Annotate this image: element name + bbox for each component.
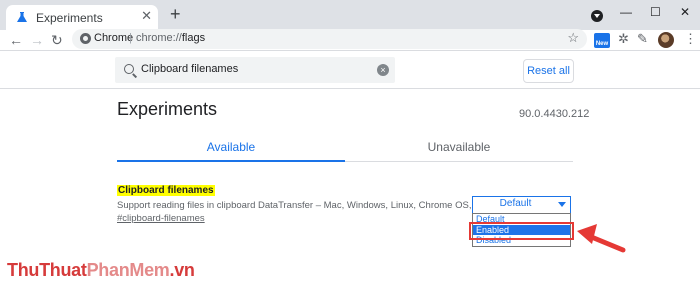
header-divider xyxy=(0,88,700,89)
arrow-icon xyxy=(577,224,626,253)
tab-experiments[interactable]: Experiments ✕ xyxy=(6,5,158,30)
close-window-button[interactable]: ✕ xyxy=(680,5,690,19)
reset-all-button[interactable]: Reset all xyxy=(523,59,574,83)
tab-strip: Experiments ✕ + — ☐ ✕ xyxy=(0,0,700,30)
pen-icon[interactable]: ✎ xyxy=(637,31,648,47)
page-title: Experiments xyxy=(117,99,218,119)
bookmark-star-icon[interactable]: ☆ xyxy=(567,30,579,46)
flag-state-select[interactable]: Default xyxy=(472,196,571,214)
watermark-part3: .vn xyxy=(169,260,195,280)
omnibox-url: chrome://flags xyxy=(136,32,205,44)
omnibox-site-label: Chrome xyxy=(94,32,134,44)
flask-icon xyxy=(17,12,27,22)
tab-available[interactable]: Available xyxy=(117,140,345,154)
address-bar[interactable]: Chrome | chrome://flags ☆ xyxy=(72,29,587,49)
omnibox-separator: | xyxy=(129,32,132,44)
chevron-down-icon xyxy=(558,202,566,207)
search-flags-input[interactable]: Clipboard filenames × xyxy=(115,57,395,83)
flag-description: Support reading files in clipboard DataT… xyxy=(117,200,507,211)
active-tab-indicator xyxy=(117,160,345,162)
watermark-logo: ThuThuatPhanMem.vn xyxy=(7,260,195,281)
reload-button[interactable]: ↻ xyxy=(51,31,63,49)
menu-kebab-icon[interactable]: ⋮ xyxy=(684,31,697,47)
flag-name: Clipboard filenames xyxy=(117,185,215,196)
forward-button[interactable]: → xyxy=(30,31,44,49)
extension-new-icon[interactable]: New xyxy=(594,33,610,48)
chrome-icon xyxy=(80,33,91,44)
extension-new-badge: New xyxy=(595,41,609,47)
tab-search-icon[interactable] xyxy=(591,10,603,22)
extensions-puzzle-icon[interactable]: ✲ xyxy=(618,31,629,47)
tab-unavailable[interactable]: Unavailable xyxy=(345,140,573,154)
clear-search-icon[interactable]: × xyxy=(377,64,389,76)
search-icon xyxy=(124,64,134,74)
minimize-button[interactable]: — xyxy=(620,5,632,19)
version-label: 90.0.4430.212 xyxy=(519,108,590,120)
select-value: Default xyxy=(499,198,532,209)
back-button[interactable]: ← xyxy=(9,31,23,49)
url-scheme: chrome:// xyxy=(136,32,182,44)
new-tab-button[interactable]: + xyxy=(170,4,181,24)
profile-avatar[interactable] xyxy=(658,32,674,48)
search-value: Clipboard filenames xyxy=(141,63,239,75)
highlight-box xyxy=(469,222,574,240)
watermark-part2: PhanMem xyxy=(86,260,170,280)
flag-anchor-link[interactable]: #clipboard-filenames xyxy=(117,213,205,224)
close-tab-icon[interactable]: ✕ xyxy=(141,8,152,24)
watermark-part1: ThuThuat xyxy=(7,260,87,280)
url-path: flags xyxy=(181,32,206,44)
maximize-button[interactable]: ☐ xyxy=(650,5,661,19)
tab-title: Experiments xyxy=(36,11,103,25)
